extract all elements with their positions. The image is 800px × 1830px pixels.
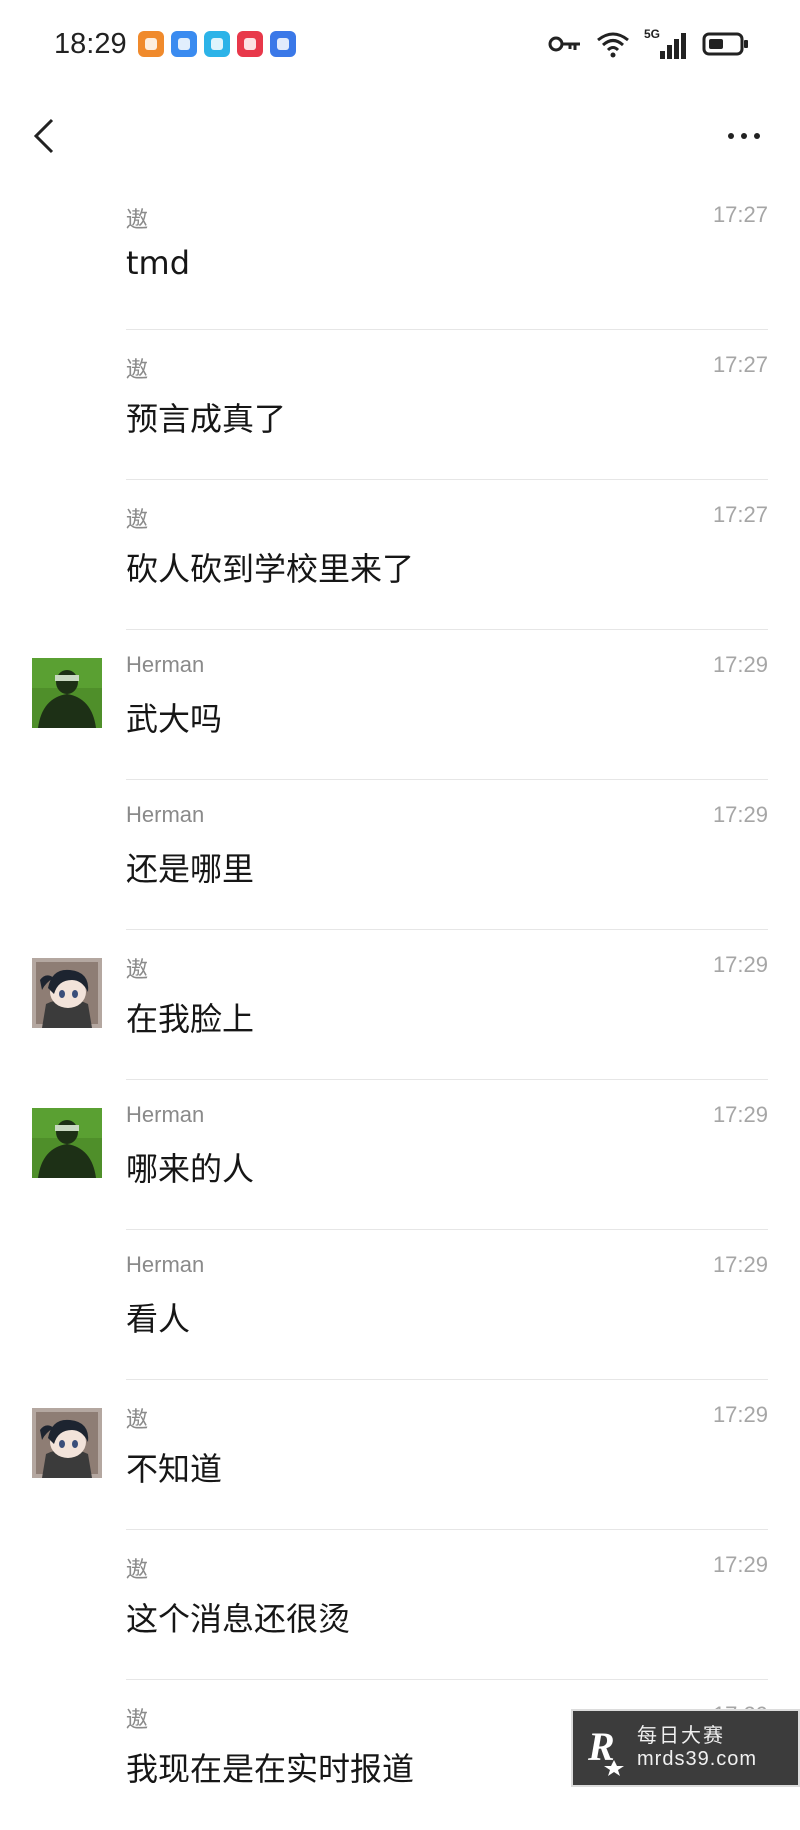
message-row[interactable]: Herman 17:29 看人 [0,1230,800,1380]
message-time: 17:29 [712,1402,768,1427]
message-text[interactable]: 砍人砍到学校里来了 [126,544,414,590]
message-text[interactable]: 看人 [126,1294,190,1340]
message-row[interactable]: Herman 17:29 哪来的人 [0,1080,800,1230]
message-row[interactable]: 遨 17:27 砍人砍到学校里来了 [0,480,800,630]
status-right: 5G [548,27,750,62]
message-text[interactable]: 武大吗 [126,694,222,740]
nav-bar [0,92,800,180]
message-time: 17:29 [712,652,768,677]
message-sender: Herman [126,652,205,677]
message-row[interactable]: Herman 17:29 还是哪里 [0,780,800,930]
svg-text:R: R [587,1724,615,1769]
message-time: 17:29 [712,952,768,977]
message-sender: 遨 [126,507,149,532]
message-text[interactable]: 预言成真了 [126,394,286,440]
message-row[interactable]: 遨 17:29 这个消息还很烫 [0,1530,800,1680]
message-row[interactable]: 遨 17:29 不知道 [0,1380,800,1530]
battery-icon [702,31,750,61]
more-icon [728,133,734,139]
message-text[interactable]: 我现在是在实时报道 [126,1744,414,1790]
watermark: R 每日大赛 mrds39.com [571,1709,800,1787]
message-time: 17:27 [712,352,768,377]
app-icon-cyan [204,31,230,57]
message-text[interactable]: 不知道 [126,1444,222,1490]
message-sender: 遨 [126,957,149,982]
message-row[interactable]: 遨 17:29 在我脸上 [0,930,800,1080]
notification-icons [138,31,296,57]
message-sender: Herman [126,1252,205,1277]
message-text[interactable]: 在我脸上 [126,994,254,1040]
app-icon-blue [171,31,197,57]
avatar[interactable] [32,1408,102,1478]
status-bar: 18:29 5G [0,0,800,92]
message-list[interactable]: 遨 17:27 tmd 遨 17:27 预言成真了遨 17:27 砍人砍到学校里来了 Herma… [0,180,800,1830]
chevron-left-icon [33,118,54,154]
message-row[interactable]: Herman 17:29 武大吗 [0,630,800,780]
watermark-text: 每日大赛 mrds39.com [637,1725,757,1771]
key-icon [548,34,582,58]
message-time: 17:29 [712,802,768,827]
message-time: 17:27 [712,202,768,227]
avatar[interactable] [32,958,102,1028]
wifi-icon [596,30,630,62]
message-sender: 遨 [126,1407,149,1432]
message-text[interactable]: 还是哪里 [126,844,254,890]
app-icon-red [237,31,263,57]
message-text[interactable]: 这个消息还很烫 [126,1594,350,1640]
more-button[interactable] [716,114,772,158]
message-sender: 遨 [126,357,149,382]
message-time: 17:29 [712,1252,768,1277]
message-row[interactable]: 遨 17:27 tmd [0,180,800,330]
watermark-title: 每日大赛 [637,1725,725,1747]
back-button[interactable] [24,110,64,162]
message-text[interactable]: tmd [126,244,190,282]
status-time: 18:29 [54,28,127,60]
message-text[interactable]: 哪来的人 [126,1144,254,1190]
watermark-url: mrds39.com [637,1748,758,1770]
app-icon-orange [138,31,164,57]
message-sender: 遨 [126,207,149,232]
message-sender: Herman [126,1102,205,1127]
signal-icon: 5G [644,27,688,61]
message-sender: 遨 [126,1707,149,1732]
avatar[interactable] [32,1108,102,1178]
message-time: 17:29 [712,1102,768,1127]
message-time: 17:29 [712,1552,768,1577]
message-time: 17:27 [712,502,768,527]
message-sender: Herman [126,802,205,827]
watermark-logo-icon: R [583,1719,629,1777]
avatar[interactable] [32,658,102,728]
app-icon-blue-2 [270,31,296,57]
message-row[interactable]: 遨 17:27 预言成真了 [0,330,800,480]
message-sender: 遨 [126,1557,149,1582]
